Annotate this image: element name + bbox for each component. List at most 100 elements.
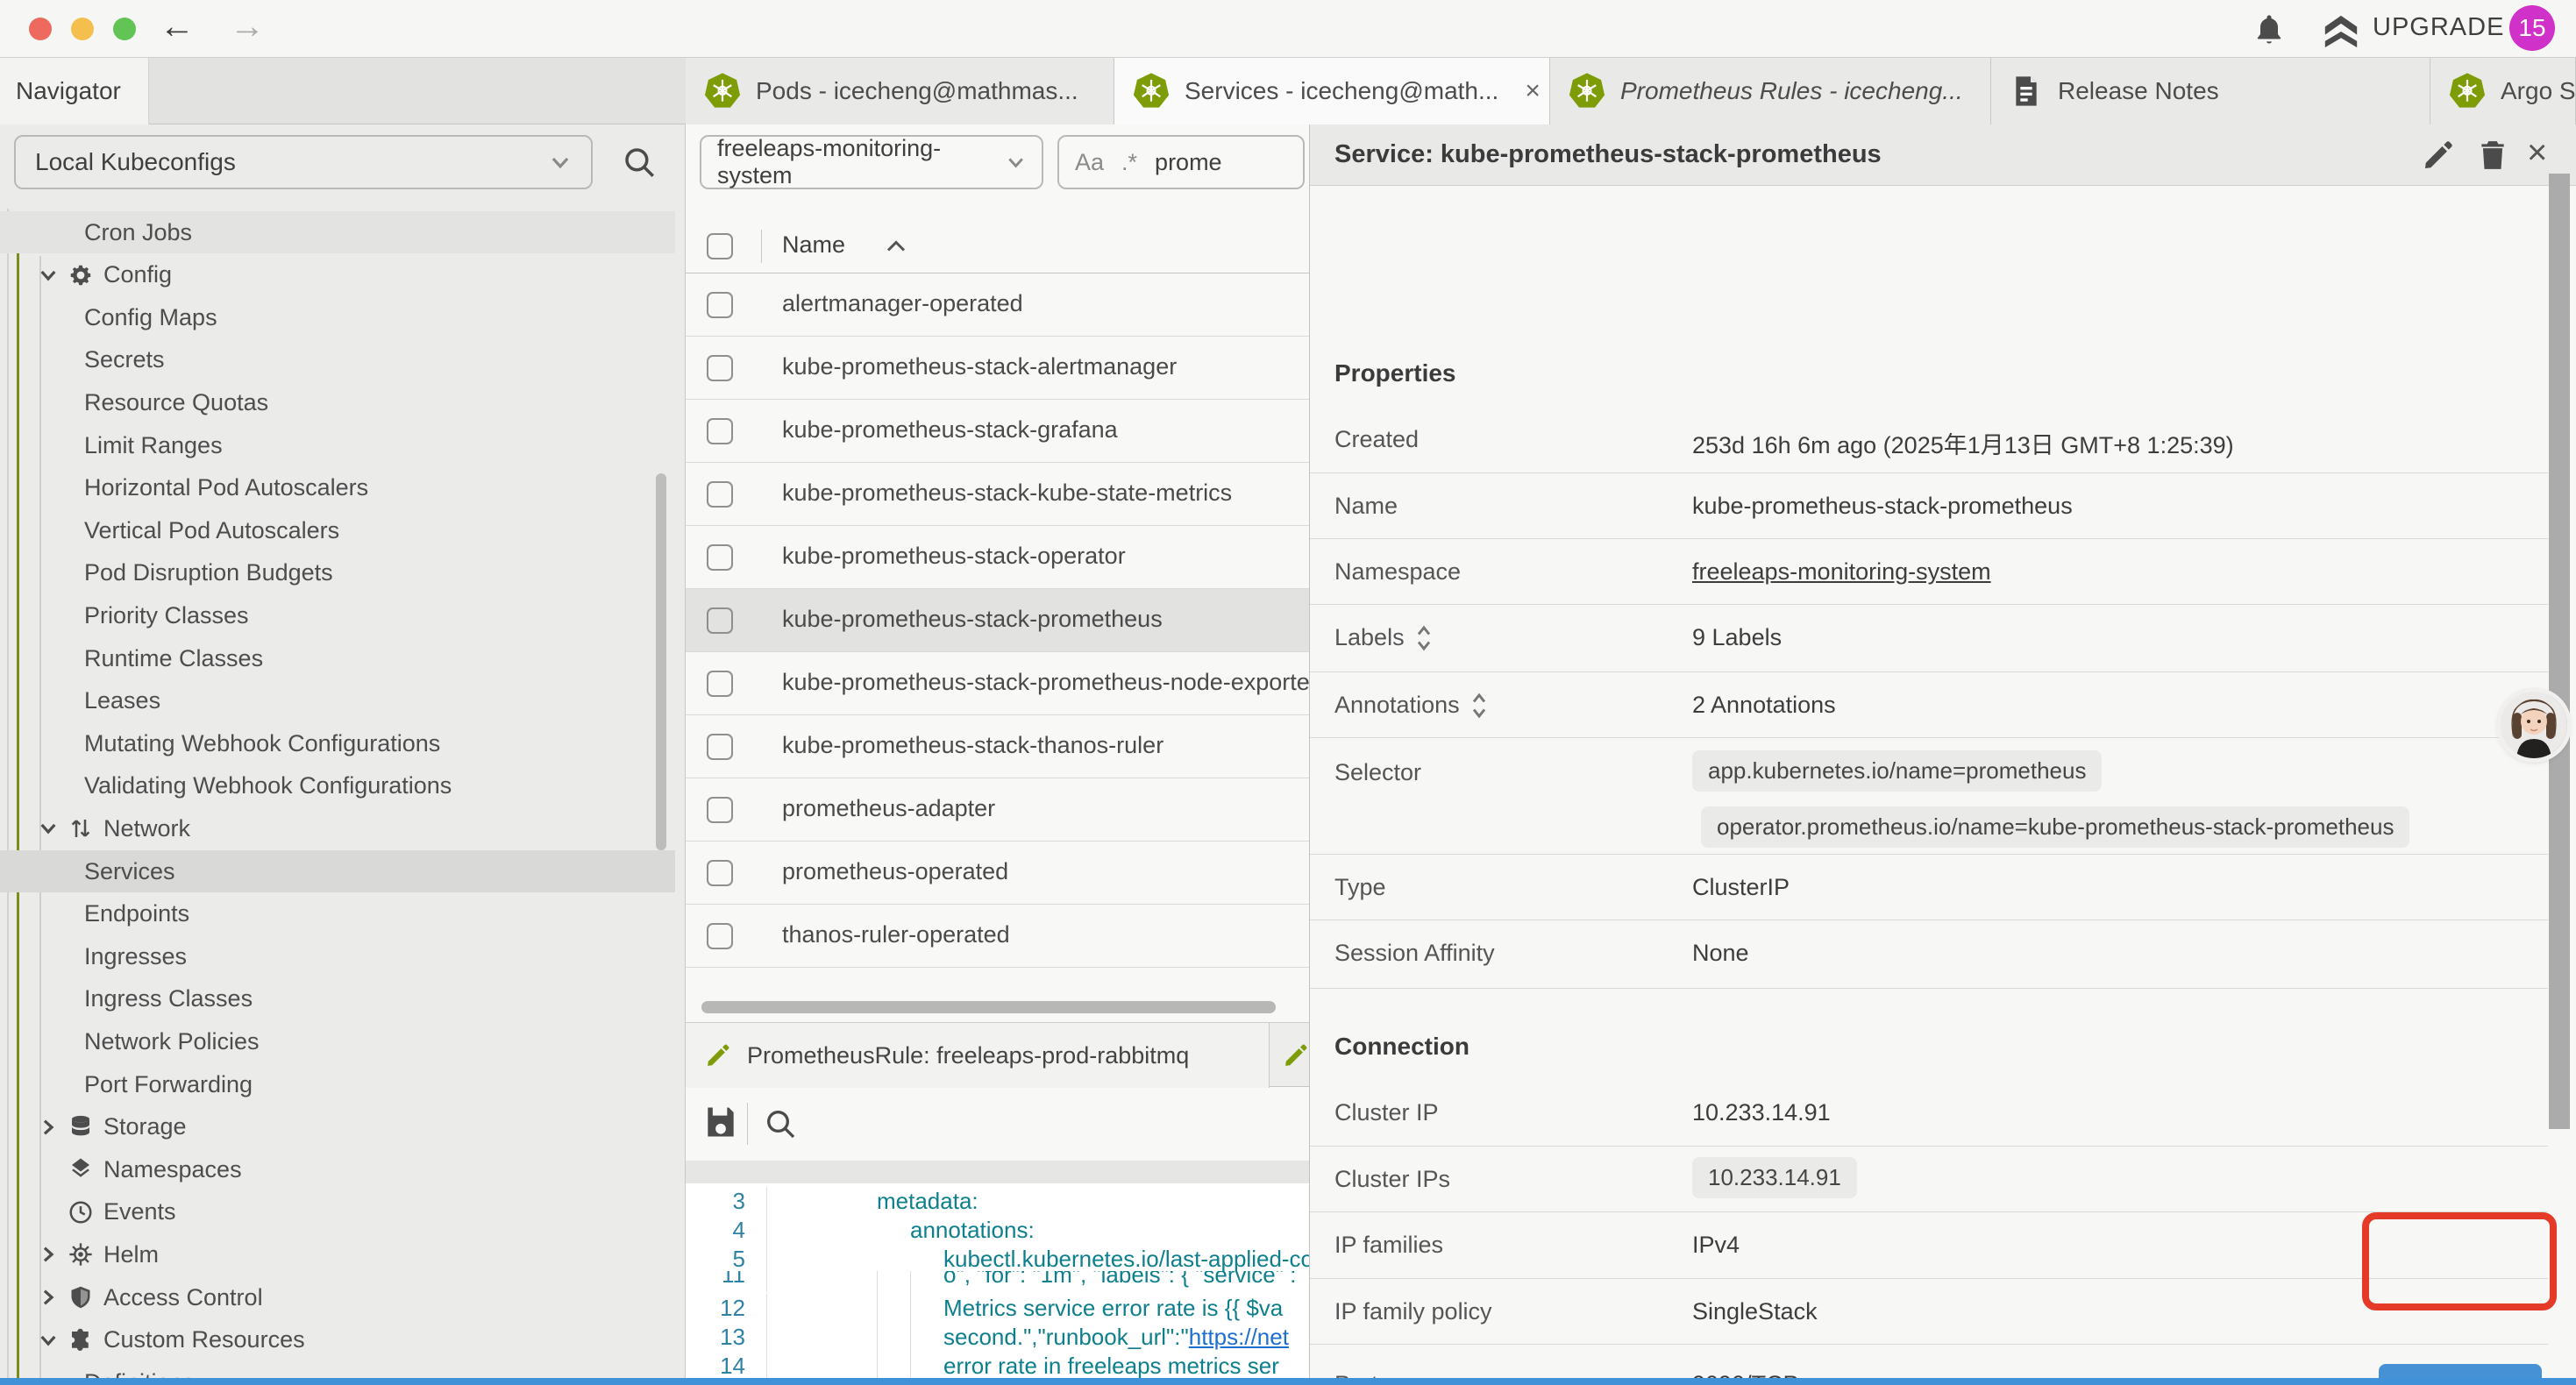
editor-search-icon[interactable] — [763, 1106, 798, 1141]
sidebar-item-resource-quotas[interactable]: Resource Quotas — [0, 381, 675, 423]
yaml-editor[interactable]: 3metadata:4annotations:5kubectl.kubernet… — [686, 1183, 1309, 1378]
row-checkbox[interactable] — [707, 607, 733, 634]
sidebar-item-secrets[interactable]: Secrets — [0, 339, 675, 381]
close-icon[interactable]: × — [2527, 133, 2547, 173]
avatar[interactable] — [2501, 692, 2567, 758]
editor-tab-prometheusrule[interactable]: PrometheusRule: freeleaps-prod-rabbitmq — [686, 1023, 1270, 1088]
sidebar-item-mutating-webhook-configurations[interactable]: Mutating Webhook Configurations — [0, 722, 675, 764]
sidebar-item-runtime-classes[interactable]: Runtime Classes — [0, 637, 675, 679]
sidebar-item-ingress-classes[interactable]: Ingress Classes — [0, 978, 675, 1020]
table-row[interactable]: kube-prometheus-stack-grafana — [686, 400, 1309, 463]
sidebar-item-services[interactable]: Services — [0, 850, 675, 892]
sidebar-item-pod-disruption-budgets[interactable]: Pod Disruption Budgets — [0, 552, 675, 594]
edit-pencil-icon[interactable] — [2422, 138, 2455, 172]
tab-navigator[interactable]: Navigator — [0, 58, 149, 124]
bell-icon[interactable] — [2252, 12, 2287, 47]
upgrade-label[interactable]: UPGRADE — [2373, 13, 2504, 42]
select-all-checkbox[interactable] — [707, 233, 733, 259]
table-row[interactable]: kube-prometheus-stack-thanos-ruler — [686, 715, 1309, 778]
forward-arrow-icon[interactable]: → — [230, 7, 265, 46]
table-horizontal-scrollbar[interactable] — [701, 1001, 1276, 1013]
sidebar-item-horizontal-pod-autoscalers[interactable]: Horizontal Pod Autoscalers — [0, 467, 675, 509]
table-row[interactable]: alertmanager-operated — [686, 273, 1309, 337]
table-row[interactable]: prometheus-adapter — [686, 778, 1309, 842]
column-header-name[interactable]: Name — [782, 231, 845, 259]
sort-updown-icon[interactable] — [1415, 625, 1433, 651]
chevron-right-icon[interactable] — [33, 1243, 63, 1266]
close-tab-icon[interactable]: × — [1525, 76, 1541, 106]
sidebar-item-storage[interactable]: Storage — [0, 1106, 675, 1148]
row-checkbox[interactable] — [707, 671, 733, 697]
traffic-light-close[interactable] — [29, 18, 52, 40]
sidebar-item-config[interactable]: Config — [0, 254, 675, 296]
sidebar-item-helm[interactable]: Helm — [0, 1233, 675, 1275]
property-value[interactable]: 2 Annotations — [1692, 692, 1836, 719]
sidebar-item-port-forwarding[interactable]: Port Forwarding — [0, 1063, 675, 1105]
table-row[interactable]: thanos-ruler-operated — [686, 905, 1309, 968]
row-checkbox[interactable] — [707, 418, 733, 444]
sidebar-item-leases[interactable]: Leases — [0, 680, 675, 722]
tab-argo-se[interactable]: Argo Se — [2430, 58, 2576, 124]
sidebar-item-access-control[interactable]: Access Control — [0, 1276, 675, 1318]
table-row[interactable]: kube-prometheus-stack-operator — [686, 526, 1309, 589]
tab-services-icecheng-math[interactable]: Services - icecheng@math...× — [1114, 58, 1550, 124]
sidebar-item-priority-classes[interactable]: Priority Classes — [0, 594, 675, 636]
sidebar-item-network-policies[interactable]: Network Policies — [0, 1020, 675, 1062]
sidebar-item-endpoints[interactable]: Endpoints — [0, 893, 675, 935]
namespace-link[interactable]: freeleaps-monitoring-system — [1692, 558, 1991, 586]
table-row[interactable]: kube-prometheus-stack-alertmanager — [686, 337, 1309, 400]
sidebar-item-config-maps[interactable]: Config Maps — [0, 296, 675, 338]
chevron-down-icon[interactable] — [33, 1329, 63, 1352]
sidebar-search-icon[interactable] — [621, 144, 658, 181]
editor-tab-next-partial[interactable] — [1270, 1023, 1309, 1088]
sidebar-item-cron-jobs[interactable]: Cron Jobs — [0, 211, 675, 253]
upgrade-chevrons-icon[interactable] — [2322, 14, 2360, 49]
sidebar-item-definitions[interactable]: Definitions — [0, 1361, 675, 1378]
code-link[interactable]: https://net — [1189, 1324, 1289, 1350]
sort-ascending-icon[interactable] — [886, 238, 907, 254]
selector-chip-value[interactable]: app.kubernetes.io/name=prometheus — [1692, 750, 2102, 792]
sidebar-scrollbar[interactable] — [656, 473, 666, 850]
tab-pods-icecheng-mathmas[interactable]: Pods - icecheng@mathmas... — [686, 58, 1114, 124]
sidebar-item-validating-webhook-configurations[interactable]: Validating Webhook Configurations — [0, 765, 675, 807]
sort-updown-icon[interactable] — [1470, 692, 1488, 719]
regex-toggle[interactable]: .* — [1121, 149, 1137, 176]
row-checkbox[interactable] — [707, 292, 733, 318]
table-row[interactable]: kube-prometheus-stack-prometheus-node-ex… — [686, 652, 1309, 715]
kubeconfig-selector[interactable]: Local Kubeconfigs — [14, 135, 593, 189]
chevron-right-icon[interactable] — [33, 1116, 63, 1139]
notification-badge[interactable]: 15 — [2509, 5, 2555, 51]
save-icon[interactable] — [701, 1103, 740, 1141]
sidebar-item-namespaces[interactable]: Namespaces — [0, 1148, 675, 1190]
row-checkbox[interactable] — [707, 355, 733, 381]
tab-release-notes[interactable]: Release Notes — [1991, 58, 2430, 124]
property-value[interactable]: 9 Labels — [1692, 624, 1782, 651]
row-checkbox[interactable] — [707, 734, 733, 760]
delete-trash-icon[interactable] — [2476, 138, 2509, 172]
panel-scrollbar[interactable] — [2549, 174, 2570, 1129]
back-arrow-icon[interactable]: ← — [160, 7, 195, 46]
row-checkbox[interactable] — [707, 923, 733, 949]
row-checkbox[interactable] — [707, 481, 733, 508]
traffic-light-minimize[interactable] — [71, 18, 94, 40]
namespace-selector[interactable]: freeleaps-monitoring-system — [700, 135, 1043, 189]
row-checkbox[interactable] — [707, 860, 733, 886]
table-row[interactable]: kube-prometheus-stack-prometheus — [686, 589, 1309, 652]
chevron-down-icon[interactable] — [33, 264, 63, 287]
chevron-right-icon[interactable] — [33, 1286, 63, 1309]
table-row[interactable]: kube-prometheus-stack-kube-state-metrics — [686, 463, 1309, 526]
sidebar-item-events[interactable]: Events — [0, 1191, 675, 1233]
row-checkbox[interactable] — [707, 797, 733, 823]
object-search-input[interactable]: Aa .* prome — [1057, 135, 1305, 189]
sidebar-item-custom-resources[interactable]: Custom Resources — [0, 1319, 675, 1361]
chevron-down-icon[interactable] — [33, 817, 63, 840]
traffic-light-zoom[interactable] — [113, 18, 136, 40]
match-case-toggle[interactable]: Aa — [1075, 149, 1104, 176]
table-row[interactable]: prometheus-operated — [686, 842, 1309, 905]
sidebar-item-network[interactable]: Network — [0, 807, 675, 849]
sidebar-item-ingresses[interactable]: Ingresses — [0, 935, 675, 977]
tab-prometheus-rules-icecheng[interactable]: Prometheus Rules - icecheng... — [1550, 58, 1991, 124]
selector-chip-value[interactable]: operator.prometheus.io/name=kube-prometh… — [1701, 806, 2409, 848]
row-checkbox[interactable] — [707, 544, 733, 571]
sidebar-item-limit-ranges[interactable]: Limit Ranges — [0, 424, 675, 466]
